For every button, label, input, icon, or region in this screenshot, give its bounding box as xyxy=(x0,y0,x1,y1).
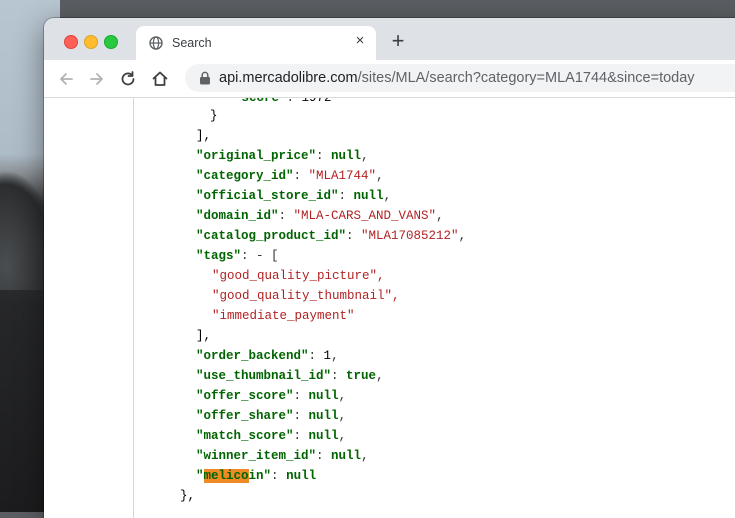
tab-title: Search xyxy=(172,36,212,50)
tab-bar: Search × + xyxy=(44,18,735,60)
json-line-original-price: "original_price": null, xyxy=(196,149,369,163)
back-arrow-icon[interactable] xyxy=(56,69,76,89)
json-tag-item: "immediate_payment" xyxy=(212,309,355,323)
lock-icon[interactable] xyxy=(199,71,211,85)
json-tag-item: "good_quality_thumbnail", xyxy=(212,289,400,303)
new-tab-button[interactable]: + xyxy=(388,30,408,52)
json-close-brace: } xyxy=(210,109,218,123)
json-tag-item: "good_quality_picture", xyxy=(212,269,385,283)
json-line-offer-share: "offer_share": null, xyxy=(196,409,347,423)
url-host: api.mercadolibre.com xyxy=(219,70,358,86)
json-close-item: }, xyxy=(180,489,196,503)
search-highlight: melico xyxy=(203,469,249,483)
json-line-tags[interactable]: "tags": - [ xyxy=(196,247,279,265)
json-line-offer-score: "offer_score": null, xyxy=(196,389,347,403)
browser-window: Search × + api.mercadolibre.com/sites/ML… xyxy=(44,18,735,518)
indent-guide xyxy=(133,98,134,518)
tab-search[interactable]: Search × xyxy=(136,26,376,60)
home-icon[interactable] xyxy=(150,69,170,89)
globe-icon xyxy=(149,36,163,50)
minimize-window-button[interactable] xyxy=(84,35,98,49)
json-line-domain-id: "domain_id": "MLA-CARS_AND_VANS", xyxy=(196,209,444,223)
reload-icon[interactable] xyxy=(118,69,138,89)
json-line-use-thumbnail-id: "use_thumbnail_id": true, xyxy=(196,369,384,383)
json-line-official-store-id: "official_store_id": null, xyxy=(196,189,392,203)
json-viewer: "score": 1972 } ], "original_price": nul… xyxy=(44,98,735,518)
url-path: /sites/MLA/search?category=MLA1744&since… xyxy=(357,70,695,86)
forward-arrow-icon[interactable] xyxy=(87,69,107,89)
close-window-button[interactable] xyxy=(64,35,78,49)
address-bar[interactable]: api.mercadolibre.com/sites/MLA/search?ca… xyxy=(185,64,735,92)
json-line-match-score: "match_score": null, xyxy=(196,429,347,443)
url-text: api.mercadolibre.com/sites/MLA/search?ca… xyxy=(219,70,695,86)
close-tab-icon[interactable]: × xyxy=(352,33,368,49)
json-tags-close: ], xyxy=(196,329,212,343)
json-line-melicoin: "melicoin": null xyxy=(196,469,317,483)
json-line-cut: "score": 1972 xyxy=(234,98,332,105)
toolbar: api.mercadolibre.com/sites/MLA/search?ca… xyxy=(44,60,735,98)
json-line-winner-item-id: "winner_item_id": null, xyxy=(196,449,369,463)
json-close-bracket: ], xyxy=(196,129,212,143)
json-line-category-id: "category_id": "MLA1744", xyxy=(196,169,384,183)
maximize-window-button[interactable] xyxy=(104,35,118,49)
json-line-order-backend: "order_backend": 1, xyxy=(196,349,339,363)
json-line-catalog-product-id: "catalog_product_id": "MLA17085212", xyxy=(196,229,467,243)
collapse-toggle[interactable]: : - [ xyxy=(241,249,279,263)
